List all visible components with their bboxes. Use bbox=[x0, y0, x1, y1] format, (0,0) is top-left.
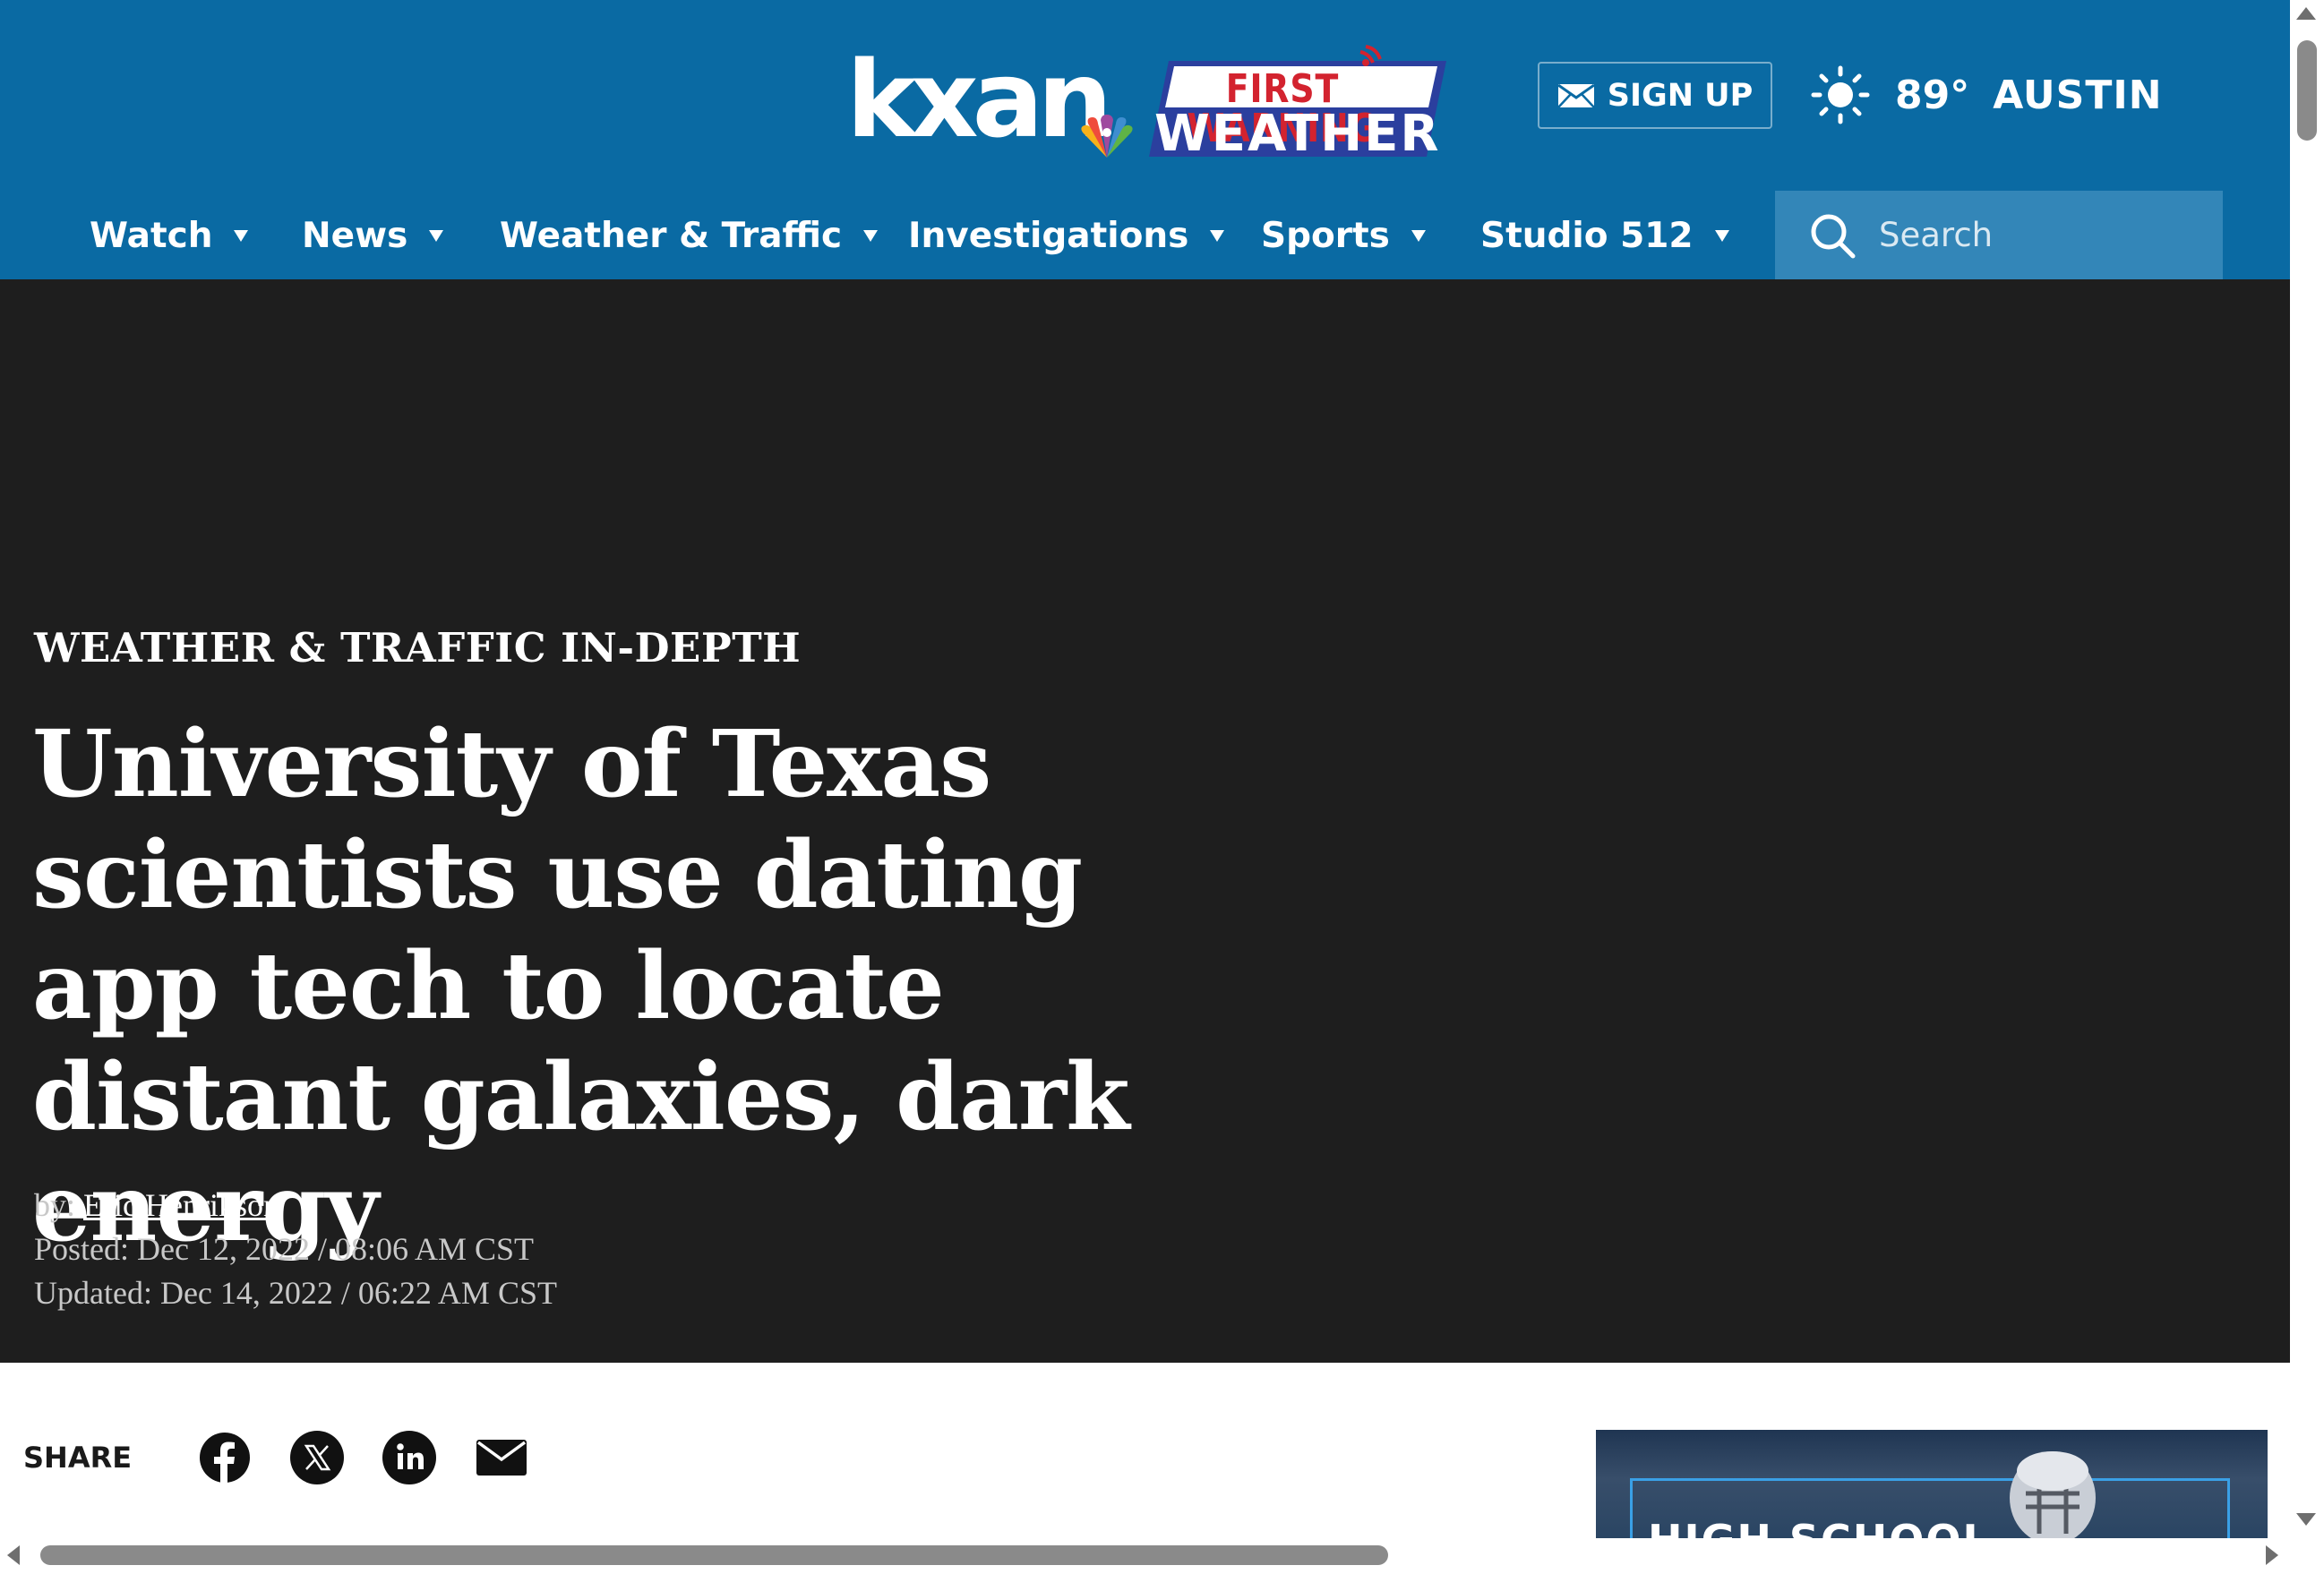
nav-item-watch[interactable]: Watch bbox=[90, 191, 249, 280]
nbc-peacock-icon bbox=[1081, 115, 1133, 158]
nav-label: News bbox=[302, 215, 408, 256]
sun-icon bbox=[1811, 65, 1870, 124]
nav-label: Sports bbox=[1261, 215, 1390, 256]
main-nav: Watch News Weather & Traffic Investigati… bbox=[0, 191, 1755, 280]
share-linkedin-button[interactable] bbox=[382, 1431, 437, 1484]
linkedin-icon bbox=[382, 1431, 437, 1484]
updated-date: Updated: Dec 14, 2022 / 06:22 AM CST bbox=[34, 1275, 557, 1311]
ad-text: HIGH SCHOOL bbox=[1648, 1516, 1991, 1539]
scroll-left-arrow-icon[interactable] bbox=[7, 1545, 20, 1565]
sign-up-label: SIGN UP bbox=[1607, 77, 1754, 114]
caret-down-icon bbox=[429, 229, 444, 242]
nav-item-investigations[interactable]: Investigations bbox=[908, 191, 1225, 280]
article-kicker[interactable]: WEATHER & TRAFFIC IN-DEPTH bbox=[34, 624, 801, 672]
scroll-right-arrow-icon[interactable] bbox=[2266, 1545, 2278, 1565]
caret-down-icon bbox=[234, 229, 249, 242]
search-box[interactable] bbox=[1775, 191, 2223, 279]
article-meta: by: Eric Henrikson Posted: Dec 12, 2022 … bbox=[34, 1184, 557, 1315]
kxan-logo[interactable]: kxan FIRST WARNING WEATHER bbox=[846, 36, 1446, 163]
nav-label: Watch bbox=[90, 215, 213, 256]
vertical-scroll-thumb[interactable] bbox=[2297, 40, 2317, 141]
share-email-button[interactable] bbox=[475, 1431, 528, 1484]
horizontal-scroll-thumb[interactable] bbox=[40, 1545, 1388, 1565]
kxan-wordmark: kxan bbox=[846, 38, 1112, 161]
search-input[interactable] bbox=[1879, 216, 2219, 254]
byline-prefix: by: bbox=[34, 1187, 84, 1223]
weather-widget[interactable]: 89° AUSTIN bbox=[1811, 63, 2163, 127]
facebook-icon bbox=[200, 1433, 251, 1484]
envelope-icon bbox=[1556, 83, 1595, 108]
email-icon bbox=[476, 1440, 527, 1476]
share-facebook-button[interactable] bbox=[198, 1431, 252, 1484]
share-label: SHARE bbox=[23, 1441, 133, 1475]
author-link[interactable]: Eric Henrikson bbox=[83, 1187, 279, 1223]
share-row: SHARE bbox=[23, 1431, 567, 1484]
share-x-button[interactable] bbox=[290, 1431, 345, 1484]
advertisement[interactable]: HIGH SCHOOL bbox=[1596, 1430, 2268, 1539]
byline: by: Eric Henrikson bbox=[34, 1184, 557, 1228]
caret-down-icon bbox=[1411, 229, 1426, 242]
article-headline: University of Texas scientists use datin… bbox=[32, 710, 1130, 1262]
vertical-scrollbar[interactable] bbox=[2290, 0, 2324, 1538]
football-helmet-icon bbox=[2010, 1451, 2096, 1539]
nav-item-sports[interactable]: Sports bbox=[1261, 191, 1426, 280]
sign-up-button[interactable]: SIGN UP bbox=[1538, 62, 1772, 129]
caret-down-icon bbox=[1714, 229, 1729, 242]
temperature: 89° bbox=[1895, 72, 1970, 118]
posted-date: Posted: Dec 12, 2022 / 08:06 AM CST bbox=[34, 1231, 535, 1267]
nav-label: Studio 512 bbox=[1480, 215, 1694, 256]
article-hero: WEATHER & TRAFFIC IN-DEPTH University of… bbox=[0, 279, 2290, 1363]
nav-item-studio-512[interactable]: Studio 512 bbox=[1480, 191, 1729, 280]
caret-down-icon bbox=[1210, 229, 1225, 242]
scroll-down-arrow-icon[interactable] bbox=[2296, 1513, 2316, 1526]
scroll-up-arrow-icon[interactable] bbox=[2296, 7, 2316, 20]
caret-down-icon bbox=[863, 229, 879, 242]
nav-label: Investigations bbox=[908, 215, 1189, 256]
nav-label: Weather & Traffic bbox=[500, 215, 843, 256]
nav-item-news[interactable]: News bbox=[302, 191, 444, 280]
badge-weather-text: WEATHER bbox=[1154, 105, 1441, 163]
nav-item-weather-traffic[interactable]: Weather & Traffic bbox=[500, 191, 879, 280]
search-icon[interactable] bbox=[1809, 212, 1856, 259]
x-icon bbox=[290, 1431, 345, 1484]
city-name: AUSTIN bbox=[1993, 72, 2163, 118]
